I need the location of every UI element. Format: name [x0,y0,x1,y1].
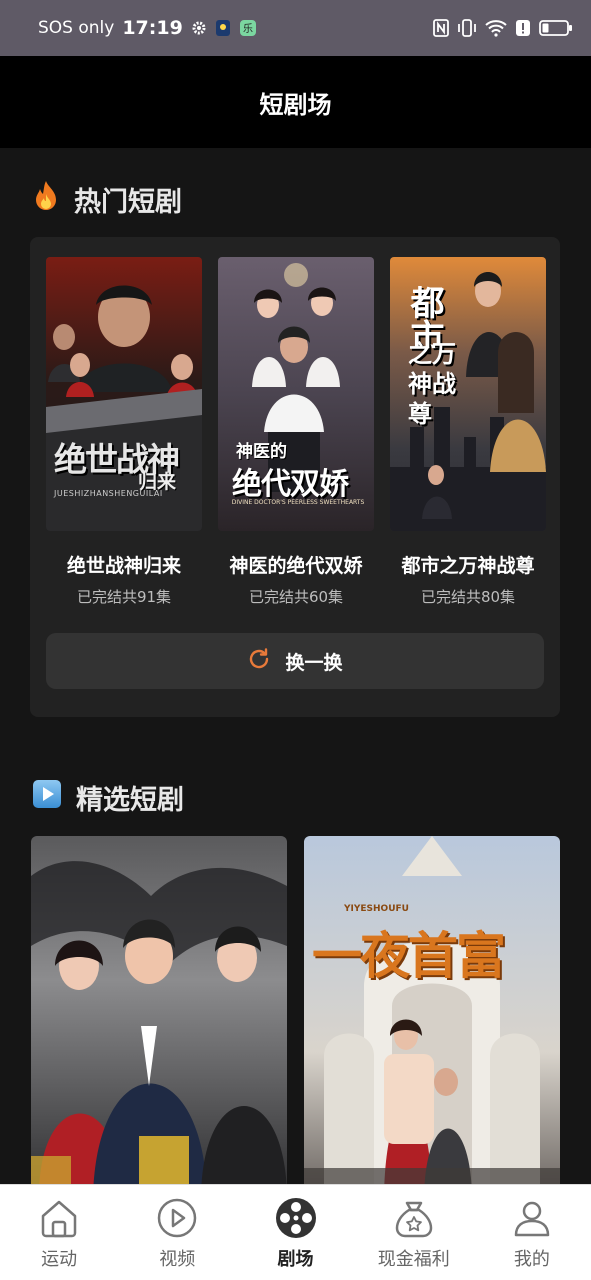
nav-item-theater[interactable]: 剧场 [236,1185,354,1280]
nav-label: 现金福利 [377,1249,450,1270]
hot-dramas-panel: 绝世战神 归来 JUESHIZHANSHENGUILAI 绝世战神归来 已完结共… [30,237,560,717]
money-bag-icon [391,1195,437,1241]
carrier-text: SOS only [38,18,115,38]
nav-item-video[interactable]: 视频 [118,1185,236,1280]
battery-icon [539,19,573,37]
hot-drama-card[interactable]: 都市 之万神战尊 都市之万神战尊 已完结共80集 [390,257,546,607]
profile-icon [509,1195,555,1241]
drama-episode-info: 已完结共91集 [76,588,172,606]
fire-icon [32,180,60,219]
content-scroll[interactable]: 热门短剧 绝世战神 归来 JUESHIZHANSHENGUILAI 绝世战神归来… [0,148,591,1184]
nav-item-sport[interactable]: 运动 [0,1185,118,1280]
hot-section-title: 热门短剧 [74,187,182,218]
featured-section-header: 精选短剧 [32,778,184,817]
poster-subtitle-text: 之万神战尊 [408,339,456,428]
drama-title[interactable]: 绝世战神归来 [46,551,202,578]
vibrate-icon [457,19,477,37]
svg-text:乐: 乐 [243,23,253,35]
alert-icon [515,19,531,37]
drama-poster[interactable]: 绝世战神 归来 JUESHIZHANSHENGUILAI [46,257,202,531]
refresh-icon [247,647,271,676]
refresh-button[interactable]: 换一换 [46,633,544,689]
play-circle-icon [154,1195,200,1241]
wifi-icon [485,19,507,37]
poster-caption-text: YIYESHOUFU [344,904,409,914]
poster-caption-text: JUESHIZHANSHENGUILAI [54,489,163,498]
nav-label: 运动 [41,1249,78,1270]
nav-item-profile[interactable]: 我的 [473,1185,591,1280]
status-time: 17:19 [122,17,183,39]
featured-drama-card[interactable]: 一夜首富 YIYESHOUFU [304,836,560,1184]
app-header: 短剧场 [0,56,591,148]
hot-drama-card[interactable]: 绝世战神 归来 JUESHIZHANSHENGUILAI 绝世战神归来 已完结共… [46,257,202,607]
drama-episode-info: 已完结共80集 [420,588,516,606]
home-icon [36,1195,82,1241]
play-icon [32,779,62,816]
hot-section-header: 热门短剧 [32,180,182,219]
refresh-label: 换一换 [285,651,343,674]
poster-title-text: 一夜首富 [312,926,506,985]
nav-item-cash-rewards[interactable]: 现金福利 [355,1185,473,1280]
poster-caption-text: DIVINE DOCTOR'S PEERLESS SWEETHEARTS [231,499,365,506]
drama-title[interactable]: 都市之万神战尊 [390,551,546,578]
drama-poster[interactable]: 都市 之万神战尊 [390,257,546,531]
status-bar: SOS only 17:19 乐 [0,0,591,56]
notification-app-icon [215,19,231,37]
film-reel-icon [273,1195,319,1241]
nfc-icon [433,19,449,37]
drama-poster[interactable]: 神医的 绝代双娇 DIVINE DOCTOR'S PEERLESS SWEETH… [218,257,374,531]
page-title: 短剧场 [259,90,332,119]
notification-app-icon-2: 乐 [239,19,257,37]
nav-label: 视频 [159,1249,196,1270]
featured-section-title: 精选短剧 [76,785,184,816]
nav-label: 剧场 [277,1249,314,1270]
nav-label: 我的 [513,1249,550,1270]
bottom-navigation: 运动 视频 剧场 现金福利 我的 [0,1184,591,1280]
drama-title[interactable]: 神医的绝代双娇 [218,551,374,578]
poster-title-text: 绝代双娇 [232,467,349,502]
drama-episode-info: 已完结共60集 [248,588,344,606]
hot-drama-card[interactable]: 神医的 绝代双娇 DIVINE DOCTOR'S PEERLESS SWEETH… [218,257,374,607]
gear-icon [191,20,207,36]
featured-drama-card[interactable] [31,836,287,1184]
